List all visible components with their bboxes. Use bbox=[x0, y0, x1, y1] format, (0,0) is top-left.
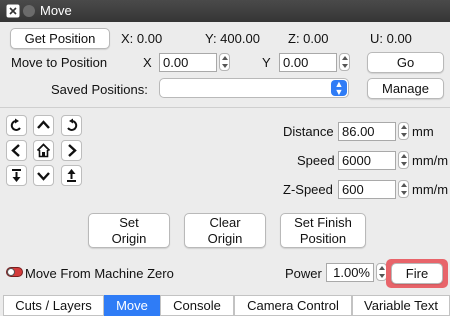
z-up-button[interactable] bbox=[61, 165, 82, 186]
y-label: Y bbox=[262, 55, 271, 70]
toggle-knob bbox=[7, 268, 15, 276]
z-speed-unit: mm/m bbox=[412, 182, 449, 197]
z-up-icon bbox=[67, 169, 76, 182]
tab-variable-text[interactable]: Variable Text bbox=[352, 295, 450, 316]
z-down-button[interactable] bbox=[6, 165, 27, 186]
rotate-cw-button[interactable] bbox=[61, 115, 82, 136]
section-divider bbox=[0, 107, 450, 108]
distance-stepper[interactable] bbox=[398, 122, 409, 140]
x-readout: X: 0.00 bbox=[121, 31, 163, 46]
jog-right-button[interactable] bbox=[61, 140, 82, 161]
distance-input[interactable]: 86.00 bbox=[338, 122, 396, 141]
distance-label: Distance bbox=[283, 124, 334, 139]
home-icon bbox=[36, 143, 51, 158]
select-chevron-icon: ▲ ▼ bbox=[331, 80, 347, 97]
set-finish-line1: Set Finish bbox=[294, 215, 352, 230]
machine-zero-label: Move From Machine Zero bbox=[25, 266, 174, 281]
saved-positions-label: Saved Positions: bbox=[51, 82, 148, 97]
x-label: X bbox=[143, 55, 152, 70]
fire-button[interactable]: Fire bbox=[391, 263, 443, 284]
rotate-cw-icon bbox=[67, 118, 78, 131]
z-speed-input[interactable]: 600 bbox=[338, 180, 396, 199]
z-speed-label: Z-Speed bbox=[283, 182, 333, 197]
set-finish-line2: Position bbox=[299, 231, 347, 246]
get-position-button[interactable]: Get Position bbox=[10, 28, 110, 49]
tab-console[interactable]: Console bbox=[160, 295, 234, 316]
x-position-stepper[interactable] bbox=[219, 53, 230, 71]
clear-origin-button[interactable]: Clear Origin bbox=[184, 213, 266, 248]
speed-input[interactable]: 6000 bbox=[338, 151, 396, 170]
speed-unit: mm/m bbox=[412, 153, 449, 168]
window-title: Move bbox=[40, 3, 72, 18]
power-label: Power bbox=[285, 266, 322, 281]
tab-move[interactable]: Move bbox=[104, 295, 160, 316]
power-input[interactable]: 1.00% bbox=[326, 263, 374, 282]
distance-unit: mm bbox=[412, 124, 434, 139]
saved-positions-select[interactable]: ▲ ▼ bbox=[159, 78, 349, 98]
move-to-position-label: Move to Position bbox=[11, 55, 108, 70]
set-finish-position-button[interactable]: Set Finish Position bbox=[280, 213, 366, 248]
z-speed-stepper[interactable] bbox=[398, 180, 409, 198]
y-position-input[interactable]: 0.00 bbox=[279, 53, 337, 72]
arrow-left-icon bbox=[11, 144, 20, 157]
manage-button[interactable]: Manage bbox=[367, 78, 444, 99]
go-button[interactable]: Go bbox=[367, 52, 444, 73]
window-control-dot[interactable] bbox=[23, 5, 35, 17]
jog-down-button[interactable] bbox=[33, 165, 54, 186]
tab-camera-control[interactable]: Camera Control bbox=[234, 295, 352, 316]
arrow-right-icon bbox=[68, 144, 77, 157]
rotate-ccw-icon bbox=[10, 118, 21, 131]
speed-label: Speed bbox=[297, 153, 335, 168]
u-readout: U: 0.00 bbox=[370, 31, 412, 46]
clear-origin-line1: Clear bbox=[209, 215, 241, 230]
z-down-icon bbox=[12, 169, 21, 182]
clear-origin-line2: Origin bbox=[207, 231, 243, 246]
x-position-input[interactable]: 0.00 bbox=[159, 53, 217, 72]
set-origin-line1: Set bbox=[119, 215, 139, 230]
rotate-ccw-button[interactable] bbox=[6, 115, 27, 136]
speed-stepper[interactable] bbox=[398, 151, 409, 169]
title-bar: Move bbox=[0, 0, 450, 22]
set-origin-button[interactable]: Set Origin bbox=[88, 213, 170, 248]
tab-cuts-layers[interactable]: Cuts / Layers bbox=[3, 295, 104, 316]
home-button[interactable] bbox=[33, 140, 54, 161]
y-readout: Y: 400.00 bbox=[205, 31, 260, 46]
arrow-up-icon bbox=[37, 120, 50, 129]
close-window-icon[interactable] bbox=[6, 4, 20, 18]
z-readout: Z: 0.00 bbox=[288, 31, 329, 46]
arrow-down-icon bbox=[37, 172, 50, 181]
set-origin-line2: Origin bbox=[111, 231, 147, 246]
jog-left-button[interactable] bbox=[6, 140, 27, 161]
jog-up-button[interactable] bbox=[33, 115, 54, 136]
y-position-stepper[interactable] bbox=[339, 53, 350, 71]
bottom-tab-bar: Cuts / Layers Move Console Camera Contro… bbox=[0, 295, 450, 316]
machine-zero-toggle[interactable] bbox=[6, 267, 23, 277]
